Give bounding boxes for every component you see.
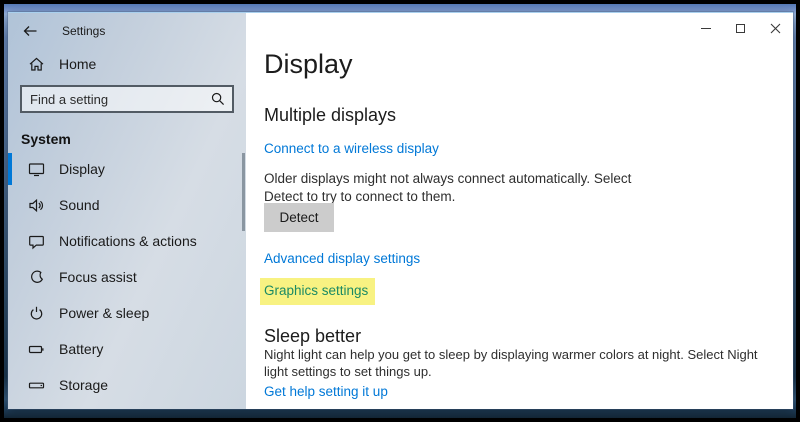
graphics-settings-highlight: Graphics settings <box>260 278 376 305</box>
advanced-display-settings-link[interactable]: Advanced display settings <box>264 251 420 266</box>
detect-description: Older displays might not always connect … <box>264 171 632 204</box>
window-controls <box>688 13 793 43</box>
page-title: Display <box>264 49 353 79</box>
search-input[interactable] <box>22 87 232 111</box>
maximize-icon <box>736 23 745 33</box>
sidebar-item-focus-assist[interactable]: Focus assist <box>8 259 246 295</box>
sidebar-item-home[interactable]: Home <box>8 46 246 82</box>
sidebar-item-label: Notifications & actions <box>59 233 197 249</box>
back-button[interactable] <box>21 22 39 40</box>
search-box[interactable] <box>20 85 234 113</box>
power-icon <box>28 305 45 322</box>
home-icon <box>28 56 45 73</box>
detect-button[interactable]: Detect <box>264 203 334 232</box>
sidebar-item-display[interactable]: Display <box>8 151 246 187</box>
sidebar-item-label: Power & sleep <box>59 305 150 321</box>
main-content: Display Multiple displays Connect to a w… <box>246 13 793 409</box>
settings-window: Settings Home Find a setting System Disp… <box>8 12 793 409</box>
back-arrow-icon <box>23 26 37 36</box>
close-icon <box>770 23 781 33</box>
sidebar-item-label: Home <box>59 56 97 72</box>
sidebar-item-label: Focus assist <box>59 269 137 285</box>
sidebar-item-sound[interactable]: Sound <box>8 187 246 223</box>
night-light-description: Night light can help you get to sleep by… <box>264 347 758 379</box>
minimize-button[interactable] <box>688 13 723 43</box>
maximize-button[interactable] <box>723 13 758 43</box>
get-help-link[interactable]: Get help setting it up <box>264 384 388 399</box>
search-icon <box>210 91 226 112</box>
sidebar-item-label: Display <box>59 161 105 177</box>
display-icon <box>28 161 45 178</box>
selected-indicator <box>8 153 12 185</box>
sidebar-section-header: System <box>21 131 71 147</box>
sound-icon <box>28 197 45 214</box>
window-title: Settings <box>62 24 106 38</box>
sidebar-item-battery[interactable]: Battery <box>8 331 246 367</box>
desktop-wallpaper: Settings Home Find a setting System Disp… <box>4 4 796 418</box>
sidebar-item-storage[interactable]: Storage <box>8 367 246 403</box>
sidebar-item-notifications[interactable]: Notifications & actions <box>8 223 246 259</box>
sidebar-scrollbar-thumb[interactable] <box>242 153 245 231</box>
graphics-settings-link[interactable]: Graphics settings <box>264 283 368 298</box>
connect-wireless-display-link[interactable]: Connect to a wireless display <box>264 141 439 156</box>
sidebar-item-label: Sound <box>59 197 100 213</box>
notifications-icon <box>28 233 45 250</box>
sidebar-item-label: Storage <box>59 377 109 393</box>
battery-icon <box>28 341 45 358</box>
multiple-displays-heading: Multiple displays <box>264 105 397 125</box>
sidebar-item-power-sleep[interactable]: Power & sleep <box>8 295 246 331</box>
minimize-icon <box>700 27 711 29</box>
sleep-better-heading: Sleep better <box>264 326 362 346</box>
sidebar-item-label: Battery <box>59 341 104 357</box>
focus-assist-icon <box>28 269 45 286</box>
sidebar: Settings Home Find a setting System Disp… <box>8 13 246 409</box>
close-button[interactable] <box>758 13 793 43</box>
storage-icon <box>28 377 45 394</box>
